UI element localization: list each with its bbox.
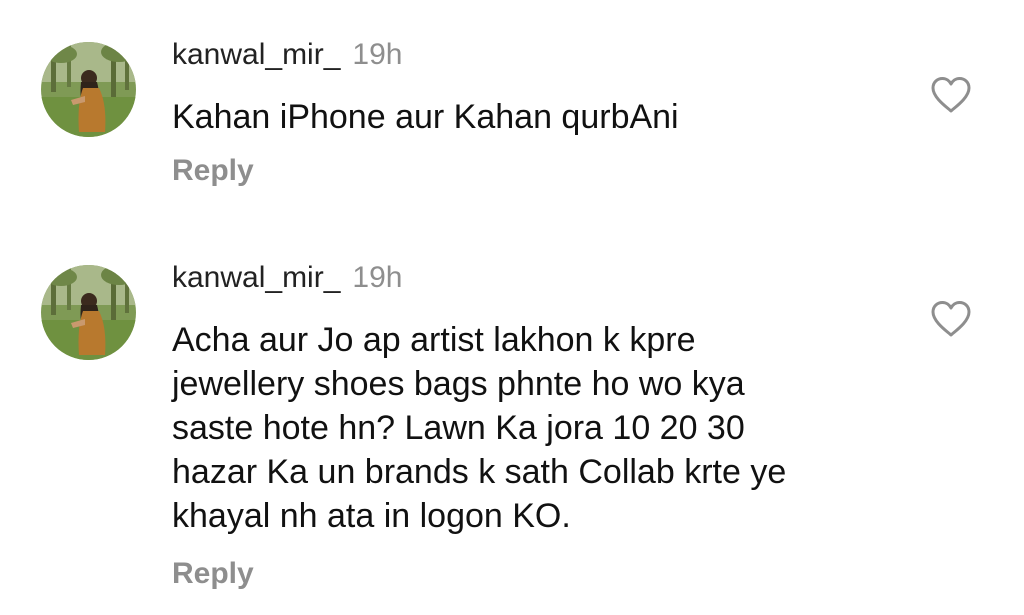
avatar[interactable] [41,265,136,360]
comment-text-line: saste hote hn? Lawn Ka jora 10 20 30 [172,409,745,447]
like-button[interactable] [930,76,972,114]
like-button[interactable] [930,300,972,338]
timestamp: 19h [352,38,403,71]
comment-text: Kahan iPhone aur Kahan qurbAni [172,98,679,136]
comment-item: kanwal_mir_ 19h Kahan iPhone aur Kahan qu… [0,0,1024,230]
comment-text-line: Acha aur Jo ap artist lakhon k kpre [172,321,696,359]
avatar[interactable] [41,42,136,137]
comment-item: kanwal_mir_ 19h Acha aur Jo ap artist lak… [0,230,1024,615]
comment-text: Acha aur Jo ap artist lakhon k kpre jewe… [172,318,912,538]
heart-outline-icon [931,77,971,113]
comment-text-line: jewellery shoes bags phnte ho wo kya [172,365,745,403]
comment-text-line: hazar Ka un brands k sath Collab krte ye [172,453,787,491]
avatar-icon [41,265,136,360]
username[interactable]: kanwal_mir_ [172,38,340,71]
timestamp: 19h [352,261,403,294]
username[interactable]: kanwal_mir_ [172,261,340,294]
comment-header: kanwal_mir_ 19h [172,37,402,73]
reply-button[interactable]: Reply [172,556,254,592]
comment-text-line: khayal nh ata in logon KO. [172,497,571,535]
comment-header: kanwal_mir_ 19h [172,260,402,296]
reply-button[interactable]: Reply [172,153,254,189]
heart-outline-icon [931,301,971,337]
avatar-icon [41,42,136,137]
